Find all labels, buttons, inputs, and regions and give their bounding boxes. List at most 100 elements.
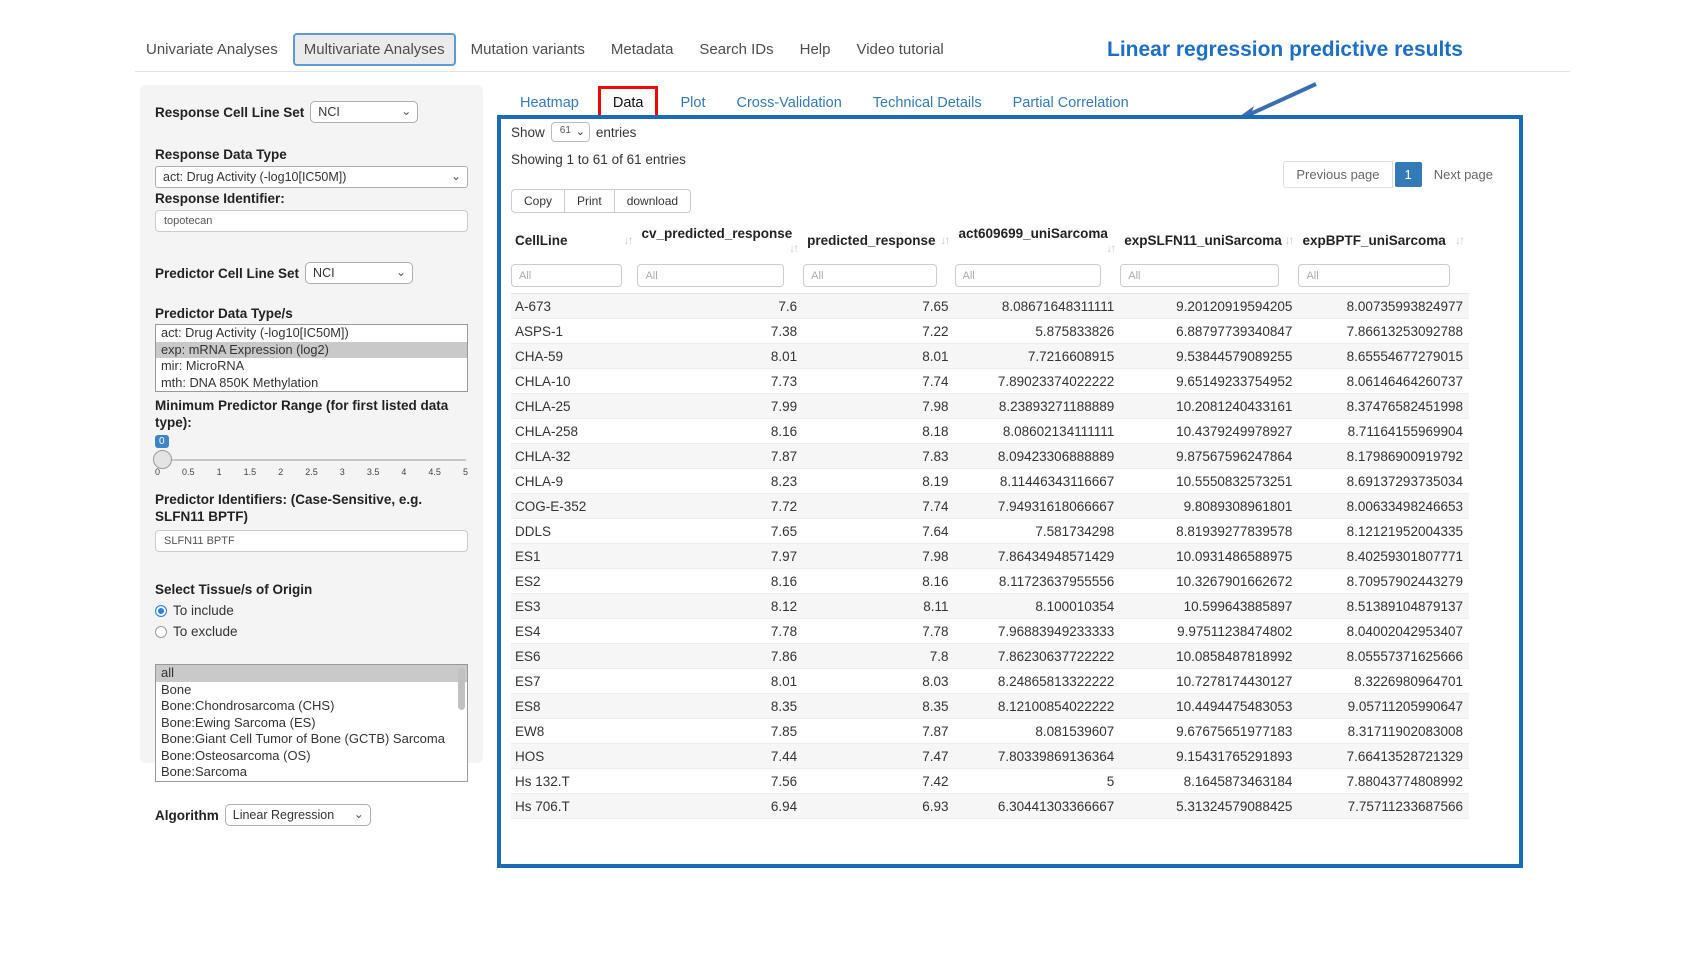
column-filter-predicted-response[interactable] [803, 264, 937, 287]
tissue-option-all[interactable]: all [156, 665, 467, 682]
tab-cross-validation[interactable]: Cross-Validation [724, 89, 853, 117]
tab-partial-correlation[interactable]: Partial Correlation [1001, 89, 1141, 117]
print-button[interactable]: Print [564, 189, 615, 213]
next-page-button[interactable]: Next page [1424, 162, 1505, 187]
tissue-option-bone[interactable]: Bone [156, 682, 467, 699]
chevron-down-icon: ⌄ [576, 125, 585, 138]
response-data-type-select[interactable]: act: Drug Activity (-log10[IC50M]) ⌄ [155, 166, 468, 188]
listbox-scrollbar[interactable] [458, 668, 465, 710]
column-filter-expbptf-unisarcoma[interactable] [1298, 264, 1449, 287]
value-cell: 7.85 [637, 719, 803, 744]
nav-item-mutation-variants[interactable]: Mutation variants [460, 33, 596, 66]
sort-icon[interactable]: ↓↑ [789, 241, 797, 255]
cell-line-name: CHLA-258 [511, 419, 637, 444]
predictor-datatype-option-exp-mrna-expression-log2[interactable]: exp: mRNA Expression (log2) [156, 342, 467, 359]
predictor-identifiers-input[interactable] [155, 530, 468, 552]
column-header-act609699-unisarcoma[interactable]: act609699_uniSarcoma↓↑ [955, 221, 1121, 262]
predictor-datatype-listbox[interactable]: act: Drug Activity (-log10[IC50M])exp: m… [155, 324, 468, 392]
column-header-cellline[interactable]: CellLine↓↑ [511, 221, 637, 262]
value-cell: 8.65554677279015 [1298, 344, 1469, 369]
sort-icon[interactable]: ↓↑ [941, 233, 949, 247]
nav-item-help[interactable]: Help [789, 33, 842, 66]
annotation-title: Linear regression predictive results [1070, 38, 1500, 62]
value-cell: 7.78 [803, 619, 954, 644]
value-cell: 8.09423306888889 [955, 444, 1121, 469]
nav-item-multivariate-analyses[interactable]: Multivariate Analyses [293, 33, 456, 66]
column-header-expslfn11-unisarcoma[interactable]: expSLFN11_uniSarcoma↓↑ [1120, 221, 1298, 262]
sort-icon[interactable]: ↓↑ [623, 233, 631, 247]
nav-item-video-tutorial[interactable]: Video tutorial [845, 33, 954, 66]
value-cell: 8.17986900919792 [1298, 444, 1469, 469]
tissue-option-peripheral-nervous-system[interactable]: Peripheral_Nervous_System [156, 781, 467, 783]
nav-item-search-ids[interactable]: Search IDs [688, 33, 784, 66]
table-row: ES88.358.358.1210085402222210.4494475483… [511, 694, 1469, 719]
show-entries-select[interactable]: 61 ⌄ [551, 122, 590, 142]
value-cell: 8.23 [637, 469, 803, 494]
tissue-option-bone-osteosarcoma-os[interactable]: Bone:Osteosarcoma (OS) [156, 748, 467, 765]
cell-line-name: ES4 [511, 619, 637, 644]
slider-tick-label: 0.5 [182, 467, 195, 477]
value-cell: 8.11723637955556 [955, 569, 1121, 594]
tab-heatmap[interactable]: Heatmap [508, 89, 591, 117]
download-button[interactable]: download [614, 189, 691, 213]
table-row: Hs 132.T7.567.4258.16458734631847.880437… [511, 769, 1469, 794]
cell-line-name: CHLA-10 [511, 369, 637, 394]
nav-item-univariate-analyses[interactable]: Univariate Analyses [135, 33, 289, 66]
predictor-datatype-option-mth-dna-850k-methylation[interactable]: mth: DNA 850K Methylation [156, 375, 467, 392]
response-identifier-input[interactable] [155, 210, 468, 232]
value-cell: 7.66413528721329 [1298, 744, 1469, 769]
column-header-cv-predicted-response[interactable]: cv_predicted_response↓↑ [637, 221, 803, 262]
tab-technical-details[interactable]: Technical Details [861, 89, 994, 117]
page-number-button[interactable]: 1 [1395, 162, 1422, 187]
slider-tick-label: 2 [278, 467, 283, 477]
sort-icon[interactable]: ↓↑ [1106, 241, 1114, 255]
slider-tick-label: 2.5 [305, 467, 318, 477]
tissue-option-bone-sarcoma[interactable]: Bone:Sarcoma [156, 764, 467, 781]
algorithm-select[interactable]: Linear Regression ⌄ [225, 804, 371, 826]
value-cell: 7.94931618066667 [955, 494, 1121, 519]
copy-button[interactable]: Copy [511, 189, 565, 213]
table-row: COG-E-3527.727.747.949316180666679.80893… [511, 494, 1469, 519]
value-cell: 8.70957902443279 [1298, 569, 1469, 594]
column-filter-cv-predicted-response[interactable] [637, 264, 784, 287]
predictor-datatype-option-act-drug-activity-log10-ic50m[interactable]: act: Drug Activity (-log10[IC50M]) [156, 325, 467, 342]
column-filter-expslfn11-unisarcoma[interactable] [1120, 264, 1278, 287]
sort-icon[interactable]: ↓↑ [1455, 233, 1463, 247]
cell-line-name: A-673 [511, 294, 637, 319]
value-cell: 7.89023374022222 [955, 369, 1121, 394]
value-cell: 8.11446343116667 [955, 469, 1121, 494]
min-predictor-range-slider[interactable]: 0 00.511.522.533.544.55 [155, 435, 468, 479]
table-row: EW87.857.878.0815396079.676756519771838.… [511, 719, 1469, 744]
tissue-include-radio[interactable]: To include [155, 603, 468, 618]
tab-plot[interactable]: Plot [668, 89, 717, 117]
column-filter-act609699-unisarcoma[interactable] [955, 264, 1102, 287]
tissue-option-bone-chondrosarcoma-chs[interactable]: Bone:Chondrosarcoma (CHS) [156, 698, 467, 715]
chevron-down-icon: ⌄ [354, 806, 364, 823]
nav-item-metadata[interactable]: Metadata [600, 33, 685, 66]
table-row: CHLA-327.877.838.094233068888899.8756759… [511, 444, 1469, 469]
slider-track[interactable] [157, 459, 466, 461]
column-filter-cellline[interactable] [511, 264, 622, 287]
response-cell-line-set-select[interactable]: NCI ⌄ [310, 101, 418, 123]
value-cell: 8.12 [637, 594, 803, 619]
predictor-cell-line-set-select[interactable]: NCI ⌄ [305, 262, 413, 284]
tissue-listbox[interactable]: allBoneBone:Chondrosarcoma (CHS)Bone:Ewi… [155, 664, 468, 782]
value-cell: 8.00735993824977 [1298, 294, 1469, 319]
previous-page-button[interactable]: Previous page [1283, 161, 1392, 188]
value-cell: 7.98 [803, 544, 954, 569]
value-cell: 7.86 [637, 644, 803, 669]
value-cell: 9.87567596247864 [1120, 444, 1298, 469]
pagination: Previous page 1 Next page [1283, 161, 1505, 188]
value-cell: 9.65149233754952 [1120, 369, 1298, 394]
column-header-expbptf-unisarcoma[interactable]: expBPTF_uniSarcoma↓↑ [1298, 221, 1469, 262]
predictor-datatype-option-mir-microrna[interactable]: mir: MicroRNA [156, 358, 467, 375]
tissue-option-bone-ewing-sarcoma-es[interactable]: Bone:Ewing Sarcoma (ES) [156, 715, 467, 732]
top-nav: Univariate AnalysesMultivariate Analyses… [135, 33, 955, 66]
value-cell: 7.96883949233333 [955, 619, 1121, 644]
value-cell: 9.20120919594205 [1120, 294, 1298, 319]
column-header-predicted-response[interactable]: predicted_response↓↑ [803, 221, 954, 262]
value-cell: 9.53844579089255 [1120, 344, 1298, 369]
sort-icon[interactable]: ↓↑ [1284, 233, 1292, 247]
tissue-option-bone-giant-cell-tumor-of-bone-gctb-sarcoma[interactable]: Bone:Giant Cell Tumor of Bone (GCTB) Sar… [156, 731, 467, 748]
tissue-exclude-radio[interactable]: To exclude [155, 624, 468, 639]
